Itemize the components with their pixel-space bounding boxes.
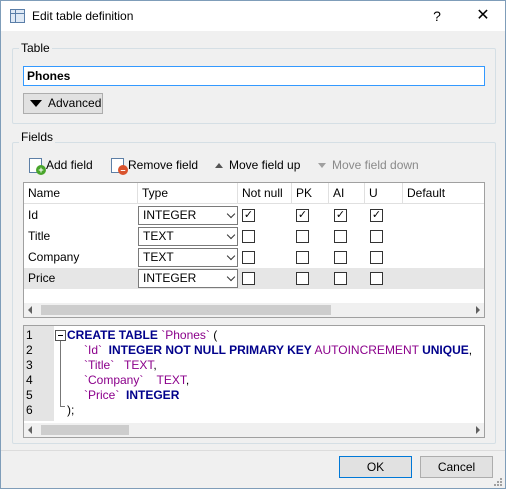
sql-line-1: CREATE TABLE `Phones` (	[67, 328, 218, 342]
window-title: Edit table definition	[32, 9, 134, 23]
arrow-up-icon	[215, 163, 223, 169]
unique-checkbox[interactable]: ✓	[370, 209, 383, 222]
chevron-down-icon	[226, 230, 236, 240]
column-header-ai[interactable]: AI	[329, 183, 365, 204]
fields-group-label: Fields	[19, 130, 56, 144]
remove-field-label: Remove field	[128, 158, 199, 172]
line-number-gutter: 1 2 3 4 5 6	[24, 326, 54, 421]
fold-guide-end	[60, 406, 65, 407]
table-icon	[10, 9, 25, 23]
column-header-type[interactable]: Type	[138, 183, 238, 204]
fields-horizontal-scrollbar[interactable]	[24, 303, 484, 317]
move-field-up-button[interactable]: Move field up	[215, 155, 300, 175]
ai-checkbox[interactable]	[334, 251, 347, 264]
type-value: INTEGER	[143, 208, 197, 222]
ok-button[interactable]: OK	[339, 456, 412, 478]
ai-checkbox[interactable]	[334, 230, 347, 243]
scroll-left-icon[interactable]	[28, 306, 32, 314]
column-header-name[interactable]: Name	[24, 183, 138, 204]
sql-line-4: `Company` TEXT,	[84, 373, 190, 387]
fields-table: Name Type Not null PK AI U Default Id IN…	[23, 182, 485, 318]
type-value: INTEGER	[143, 271, 197, 285]
editor-horizontal-scrollbar[interactable]	[24, 423, 484, 437]
add-field-icon: +	[29, 158, 46, 176]
field-name-cell[interactable]: Id	[24, 205, 138, 226]
sql-line-3: `Title` TEXT,	[84, 358, 157, 372]
sql-line-6: );	[67, 403, 75, 417]
sql-preview-editor[interactable]: 1 2 3 4 5 6 CREATE TABLE `Phones` ( `Id`…	[23, 325, 485, 438]
table-group-label: Table	[19, 41, 52, 55]
add-field-label: Add field	[46, 158, 93, 172]
type-select[interactable]: INTEGER	[138, 206, 238, 225]
not-null-checkbox[interactable]	[242, 272, 255, 285]
advanced-label: Advanced	[48, 96, 102, 110]
remove-field-button[interactable]: – Remove field	[111, 155, 199, 176]
help-button[interactable]: ?	[425, 5, 449, 27]
line-number: 2	[26, 343, 33, 357]
pk-checkbox[interactable]	[296, 230, 309, 243]
line-number: 4	[26, 373, 33, 387]
fold-guide	[60, 341, 61, 407]
type-value: TEXT	[143, 250, 174, 264]
unique-checkbox[interactable]	[370, 272, 383, 285]
type-select[interactable]: TEXT	[138, 248, 238, 267]
sql-line-2: `Id` INTEGER NOT NULL PRIMARY KEY AUTOIN…	[84, 343, 473, 357]
scroll-right-icon[interactable]	[476, 426, 480, 434]
table-header: Name Type Not null PK AI U Default	[24, 183, 484, 204]
sql-line-5: `Price` INTEGER	[84, 388, 180, 402]
chevron-down-icon	[226, 209, 236, 219]
not-null-checkbox[interactable]: ✓	[242, 209, 255, 222]
edit-table-dialog: Edit table definition ? ✕ Table Phones A…	[0, 0, 506, 489]
line-number: 6	[26, 403, 33, 417]
field-name-cell[interactable]: Title	[24, 226, 138, 247]
table-row[interactable]: Company TEXT	[24, 247, 484, 268]
line-number: 5	[26, 388, 33, 402]
advanced-button[interactable]: Advanced	[23, 93, 103, 114]
table-row[interactable]: Title TEXT	[24, 226, 484, 247]
scroll-thumb[interactable]	[41, 425, 129, 435]
move-field-down-button[interactable]: Move field down	[318, 155, 419, 175]
type-select[interactable]: TEXT	[138, 227, 238, 246]
column-header-default[interactable]: Default	[403, 183, 484, 204]
chevron-down-icon	[226, 272, 236, 282]
cancel-button[interactable]: Cancel	[420, 456, 493, 478]
column-header-u[interactable]: U	[365, 183, 403, 204]
type-select[interactable]: INTEGER	[138, 269, 238, 288]
unique-checkbox[interactable]	[370, 230, 383, 243]
column-header-pk[interactable]: PK	[292, 183, 329, 204]
table-name-input[interactable]: Phones	[23, 66, 485, 86]
remove-field-icon: –	[111, 158, 128, 176]
footer-divider	[1, 450, 505, 451]
title-bar: Edit table definition ? ✕	[1, 1, 505, 31]
resize-grip-icon[interactable]	[493, 477, 503, 487]
type-value: TEXT	[143, 229, 174, 243]
line-number: 3	[26, 358, 33, 372]
field-name-cell[interactable]: Company	[24, 247, 138, 268]
move-down-label: Move field down	[332, 158, 419, 172]
pk-checkbox[interactable]	[296, 272, 309, 285]
chevron-down-icon	[226, 251, 236, 261]
scroll-right-icon[interactable]	[476, 306, 480, 314]
ai-checkbox[interactable]	[334, 272, 347, 285]
triangle-down-icon	[30, 100, 42, 108]
move-up-label: Move field up	[229, 158, 301, 172]
close-button[interactable]: ✕	[471, 5, 495, 27]
unique-checkbox[interactable]	[370, 251, 383, 264]
column-header-not-null[interactable]: Not null	[238, 183, 292, 204]
fold-toggle-icon[interactable]	[55, 330, 66, 341]
scroll-left-icon[interactable]	[28, 426, 32, 434]
arrow-down-icon	[318, 163, 326, 169]
table-row[interactable]: Price INTEGER	[24, 268, 484, 289]
scroll-thumb[interactable]	[41, 305, 331, 315]
table-row[interactable]: Id INTEGER ✓ ✓ ✓ ✓	[24, 205, 484, 226]
not-null-checkbox[interactable]	[242, 251, 255, 264]
line-number: 1	[26, 328, 33, 342]
pk-checkbox[interactable]	[296, 251, 309, 264]
not-null-checkbox[interactable]	[242, 230, 255, 243]
add-field-button[interactable]: + Add field	[29, 155, 93, 176]
ai-checkbox[interactable]: ✓	[334, 209, 347, 222]
field-name-cell[interactable]: Price	[24, 268, 138, 289]
pk-checkbox[interactable]: ✓	[296, 209, 309, 222]
